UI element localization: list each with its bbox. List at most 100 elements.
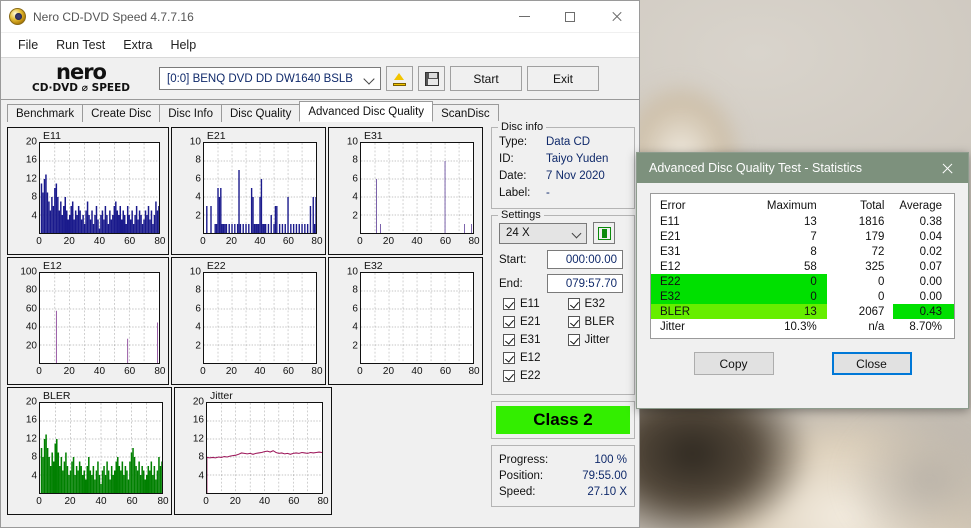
- chart-e11: E11 4 8 12 16 20 0 20 40 60 80: [7, 127, 169, 255]
- table-row[interactable]: Jitter 10.3% n/a 8.70%: [651, 319, 954, 334]
- x-tick-label: 60: [124, 366, 136, 377]
- window-controls: [501, 1, 639, 32]
- tab-benchmark[interactable]: Benchmark: [7, 104, 84, 122]
- x-tick-label: 80: [154, 366, 166, 377]
- checkmark-icon: [503, 316, 515, 328]
- checkmark-icon: [567, 334, 580, 346]
- disc-info-date: Date: 7 Nov 2020: [499, 168, 628, 185]
- y-tick-label: 80: [25, 284, 37, 296]
- axis-e32: 2 4 6 8 10 0 20 40 60 80: [347, 267, 480, 378]
- cell-error: E21: [660, 230, 681, 243]
- progress-value: 100 %: [594, 454, 627, 466]
- cell-average: 0.38: [919, 215, 942, 228]
- drive-select[interactable]: [0:0] BENQ DVD DD DW1640 BSLB: [159, 67, 381, 90]
- checkbox-e11[interactable]: E11: [499, 298, 564, 310]
- end-field-label: End:: [499, 277, 523, 290]
- checkbox-e21-label: E21: [520, 316, 541, 328]
- table-row[interactable]: E12 58 325 0.07: [651, 259, 954, 274]
- checkbox-e32-label: E32: [584, 298, 605, 310]
- x-tick-label: 20: [382, 366, 395, 377]
- speed-select[interactable]: 24 X: [499, 222, 587, 244]
- tab-disc-quality[interactable]: Disc Quality: [221, 104, 301, 122]
- table-row[interactable]: E21 7 179 0.04: [651, 229, 954, 244]
- table-row[interactable]: BLER 13 2067 0.43: [651, 304, 954, 319]
- exit-button[interactable]: Exit: [527, 66, 599, 91]
- y-tick-label: 12: [192, 433, 204, 445]
- start-field-row: Start: 000:00.00: [499, 250, 628, 269]
- eject-button[interactable]: [386, 66, 413, 91]
- y-tick-label: 16: [192, 414, 204, 426]
- table-row[interactable]: E31 8 72 0.02: [651, 244, 954, 259]
- start-field-label: Start:: [499, 253, 527, 266]
- minimize-button[interactable]: [501, 1, 547, 32]
- x-tick-label: 40: [95, 496, 107, 507]
- maximize-button[interactable]: [547, 1, 593, 32]
- close-button[interactable]: [593, 1, 639, 32]
- table-row[interactable]: E32 0 0 0.00: [651, 289, 954, 304]
- statistics-dialog: Advanced Disc Quality Test - Statistics …: [636, 152, 969, 409]
- chevron-down-icon: [571, 228, 582, 238]
- x-tick-label: 60: [124, 236, 136, 247]
- x-tick-label: 0: [200, 236, 206, 247]
- tab-scandisc[interactable]: ScanDisc: [432, 104, 499, 122]
- y-tick-label: 12: [25, 173, 37, 185]
- table-row[interactable]: E11 13 1816 0.38: [651, 214, 954, 229]
- checkbox-e12[interactable]: E12: [499, 352, 564, 364]
- chart-title-e22: E22: [206, 260, 226, 272]
- x-tick-label: 20: [382, 236, 395, 247]
- cell-average: 0.02: [919, 245, 942, 258]
- disc-info-id-value: Taiyo Yuden: [546, 153, 609, 165]
- y-tick-label: 20: [25, 136, 37, 148]
- tab-create-disc[interactable]: Create Disc: [82, 104, 161, 122]
- start-field[interactable]: 000:00.00: [547, 250, 623, 269]
- menu-run-test[interactable]: Run Test: [47, 35, 114, 55]
- checkmark-icon: [503, 352, 515, 364]
- y-tick-label: 4: [31, 210, 37, 222]
- menu-file[interactable]: File: [9, 35, 47, 55]
- tab-disc-info[interactable]: Disc Info: [159, 104, 222, 122]
- x-tick-label: 40: [254, 366, 266, 377]
- checkbox-e32[interactable]: E32: [564, 298, 629, 310]
- save-button[interactable]: [418, 66, 445, 91]
- close-dialog-button[interactable]: Close: [831, 352, 912, 375]
- statistics-dialog-close-button[interactable]: [926, 153, 968, 183]
- y-tick-label: 4: [31, 470, 37, 482]
- checkbox-e22[interactable]: E22: [499, 370, 564, 382]
- y-tick-label: 8: [195, 284, 201, 296]
- axis-e12: 20 40 60 80 100 0 20 40 60 80: [20, 267, 165, 378]
- checkbox-bler[interactable]: BLER: [564, 316, 629, 328]
- refresh-icon: [597, 226, 611, 240]
- axis-e11: 4 8 12 16 20 0 20 40 60 80: [26, 137, 166, 248]
- menu-extra[interactable]: Extra: [114, 35, 161, 55]
- checkbox-e21[interactable]: E21: [499, 316, 564, 328]
- copy-button[interactable]: Copy: [693, 352, 774, 375]
- menu-help[interactable]: Help: [161, 35, 205, 55]
- checkbox-e31[interactable]: E31: [499, 334, 564, 346]
- end-field-row: End: 079:57.70: [499, 274, 628, 293]
- disc-info-date-value: 7 Nov 2020: [546, 170, 605, 182]
- speed-row-status: Speed: 27.10 X: [499, 484, 627, 500]
- table-row[interactable]: E22 0 0 0.00: [651, 274, 954, 289]
- chart-title-e12: E12: [43, 260, 62, 272]
- y-tick-label: 8: [198, 451, 204, 463]
- x-tick-label: 0: [203, 496, 209, 507]
- chart-e12: E12 20 40 60 80 100 0 20 40 60 80: [7, 257, 169, 385]
- x-tick-label: 60: [439, 236, 452, 247]
- x-tick-label: 60: [439, 366, 452, 377]
- chart-jitter: Jitter 4 8 12 16 20 0 20 40 60 80: [174, 387, 332, 515]
- refresh-button[interactable]: [593, 222, 615, 244]
- tab-advanced-disc-quality[interactable]: Advanced Disc Quality: [299, 101, 434, 122]
- start-button[interactable]: Start: [450, 66, 522, 91]
- end-field[interactable]: 079:57.70: [547, 274, 623, 293]
- cell-maximum: 0: [754, 274, 827, 289]
- cell-error: E22: [651, 274, 755, 289]
- cell-total: n/a: [868, 320, 885, 333]
- statistics-table-body: E11 13 1816 0.38 E21 7 179 0.04 E31 8 72 0.02 E12 58 3…: [651, 214, 954, 334]
- y-tick-label: 10: [189, 136, 201, 148]
- statistics-table-frame: Error Maximum Total Average E11 13 1816 0.3…: [650, 193, 955, 339]
- checkbox-jitter[interactable]: Jitter: [564, 334, 629, 346]
- checkbox-e22-label: E22: [520, 370, 541, 382]
- y-tick-label: 6: [352, 173, 358, 185]
- charts-grid: E11 4 8 12 16 20 0 20 40 60 80 E21 2 4 6 8 10 0 20 40 60 80 …: [7, 127, 485, 517]
- y-tick-label: 60: [25, 303, 37, 315]
